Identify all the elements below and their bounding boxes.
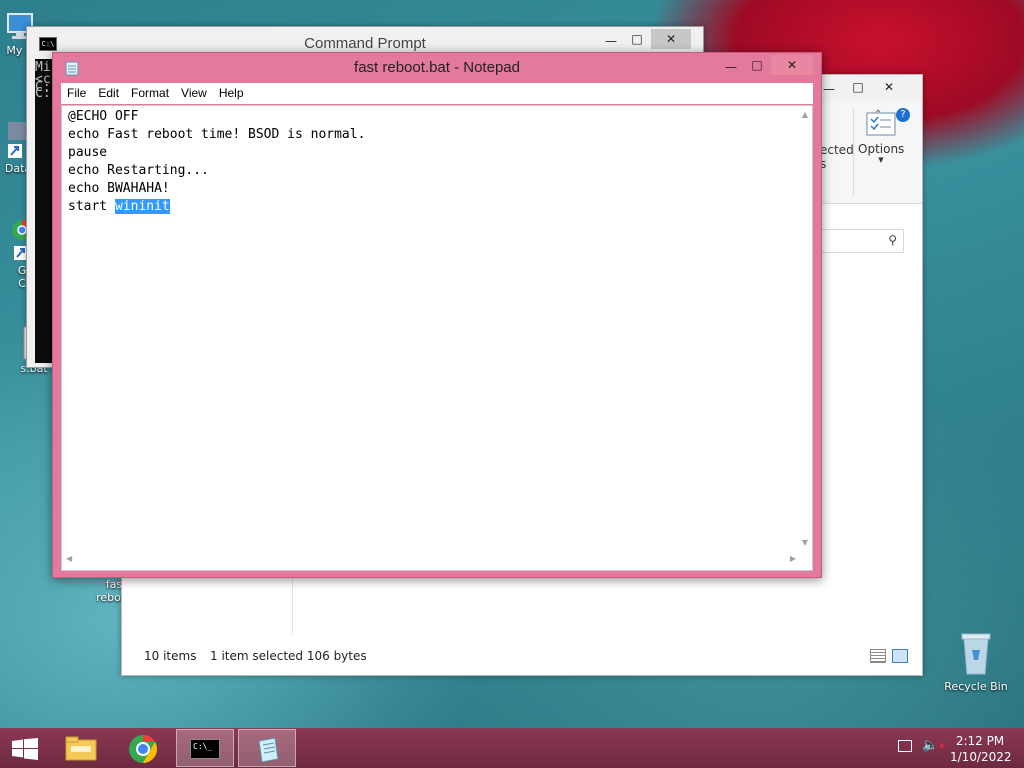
menu-edit[interactable]: Edit bbox=[92, 83, 125, 100]
taskbar-chrome[interactable] bbox=[114, 729, 172, 767]
column-divider bbox=[292, 575, 293, 635]
scroll-left-arrow[interactable]: ◀ bbox=[66, 554, 72, 563]
clock[interactable]: 2:12 PM 1/10/2022 bbox=[950, 733, 1012, 765]
taskbar-notepad[interactable] bbox=[238, 729, 296, 767]
text-line: echo Restarting... bbox=[68, 163, 209, 178]
notepad-menubar: File Edit Format View Help bbox=[61, 83, 813, 104]
close-button[interactable]: ✕ bbox=[874, 77, 904, 97]
recycle-bin-icon bbox=[961, 633, 991, 675]
notepad-text-area[interactable]: @ECHO OFF echo Fast reboot time! BSOD is… bbox=[61, 105, 813, 571]
status-selected: 1 item selected 106 bytes bbox=[210, 649, 367, 663]
folder-icon bbox=[65, 736, 97, 761]
chrome-icon bbox=[129, 735, 157, 763]
text-content: @ECHO OFF echo Fast reboot time! BSOD is… bbox=[68, 108, 365, 216]
minimize-button[interactable]: — bbox=[601, 31, 621, 51]
text-line: @ECHO OFF bbox=[68, 109, 139, 124]
text-line: echo Fast reboot time! BSOD is normal. bbox=[68, 127, 366, 142]
minimize-button[interactable]: — bbox=[721, 57, 741, 77]
desktop-icon-recycle-bin[interactable]: Recycle Bin bbox=[940, 630, 1012, 693]
taskbar-command-prompt[interactable]: C:\_ bbox=[176, 729, 234, 767]
text-line: start wininit bbox=[68, 198, 365, 216]
notepad-title: fast reboot.bat - Notepad bbox=[354, 59, 520, 76]
options-button[interactable]: Options ▼ bbox=[858, 111, 904, 164]
speaker-muted-icon[interactable]: 🔈✕ bbox=[922, 738, 946, 753]
text-line-prefix: start bbox=[68, 199, 115, 214]
details-view-icon[interactable] bbox=[870, 649, 886, 663]
cmd-taskbar-icon: C:\_ bbox=[190, 739, 220, 759]
maximize-button[interactable]: □ bbox=[747, 55, 767, 75]
notepad-icon bbox=[258, 737, 279, 763]
menu-help[interactable]: Help bbox=[213, 83, 250, 100]
ribbon-partial-label: ected bbox=[820, 143, 854, 157]
options-icon bbox=[866, 112, 896, 136]
status-item-count: 10 items bbox=[144, 649, 197, 663]
text-line: echo BWAHAHA! bbox=[68, 181, 170, 196]
large-icons-view-icon[interactable] bbox=[892, 649, 908, 663]
close-button[interactable]: ✕ bbox=[771, 55, 813, 75]
search-icon: ⚲ bbox=[888, 233, 897, 247]
scroll-up-arrow[interactable]: ▲ bbox=[802, 110, 808, 119]
options-label: Options bbox=[858, 142, 905, 156]
taskbar: C:\_ 🔈✕ 2:12 PM 1/10/2022 bbox=[0, 728, 1024, 768]
clock-date: 1/10/2022 bbox=[950, 750, 1012, 764]
search-box[interactable]: ⚲ bbox=[820, 229, 904, 253]
menu-view[interactable]: View bbox=[175, 83, 213, 100]
notepad-window[interactable]: fast reboot.bat - Notepad — □ ✕ File Edit… bbox=[52, 52, 822, 578]
chevron-down-icon: ▼ bbox=[878, 156, 884, 164]
clock-time: 2:12 PM bbox=[955, 734, 1005, 748]
text-line: pause bbox=[68, 145, 108, 160]
taskbar-file-explorer[interactable] bbox=[52, 729, 110, 767]
selected-text[interactable]: wininit bbox=[114, 199, 170, 214]
scroll-right-arrow[interactable]: ▶ bbox=[790, 554, 796, 563]
maximize-button[interactable]: □ bbox=[627, 29, 647, 49]
network-icon[interactable] bbox=[898, 740, 912, 752]
explorer-status-bar: 10 items 1 item selected 106 bytes bbox=[122, 637, 922, 675]
maximize-button[interactable]: □ bbox=[848, 77, 868, 97]
menu-format[interactable]: Format bbox=[125, 83, 175, 100]
desktop-icon-label: Recycle Bin bbox=[944, 680, 1008, 693]
close-button[interactable]: ✕ bbox=[651, 29, 691, 49]
minimize-button[interactable]: — bbox=[819, 79, 839, 99]
start-button[interactable] bbox=[0, 729, 50, 767]
ribbon-divider bbox=[853, 109, 854, 195]
windows-logo-icon bbox=[12, 738, 38, 760]
menu-file[interactable]: File bbox=[61, 83, 92, 100]
scroll-down-arrow[interactable]: ▼ bbox=[802, 538, 808, 547]
